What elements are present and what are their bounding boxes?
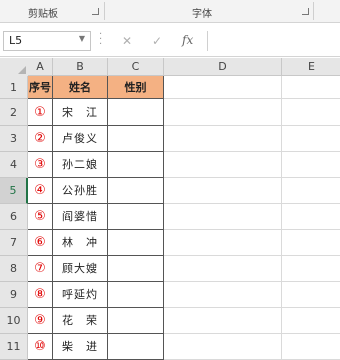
cell[interactable]	[282, 76, 340, 99]
row-header-10[interactable]: 10	[0, 308, 28, 334]
name-cell[interactable]: 孙二娘	[53, 152, 108, 178]
serial-number-cell[interactable]: ⑨	[28, 308, 53, 334]
name-cell[interactable]: 公孙胜	[53, 178, 108, 204]
name-cell[interactable]: 顾大嫂	[53, 256, 108, 282]
cell[interactable]	[282, 230, 340, 256]
table-header-cell[interactable]: 姓名	[53, 76, 108, 99]
cell[interactable]	[282, 282, 340, 308]
table-header-cell[interactable]: 性别	[108, 76, 164, 99]
gender-cell[interactable]	[108, 204, 164, 230]
column-header-e[interactable]: E	[282, 58, 340, 76]
gender-cell[interactable]	[108, 256, 164, 282]
cell[interactable]	[282, 178, 340, 204]
gender-cell[interactable]	[108, 230, 164, 256]
cell[interactable]	[282, 126, 340, 152]
cell[interactable]	[282, 334, 340, 360]
cell[interactable]	[164, 126, 282, 152]
font-group-label: 字体	[192, 9, 212, 20]
name-cell[interactable]: 花 荣	[53, 308, 108, 334]
cell[interactable]	[164, 230, 282, 256]
serial-number-cell[interactable]: ①	[28, 99, 53, 126]
name-cell[interactable]: 卢俊义	[53, 126, 108, 152]
serial-number-cell[interactable]: ④	[28, 178, 53, 204]
cell[interactable]	[164, 334, 282, 360]
formula-bar: L5 ▼ · · · ✕ ✓ fx	[0, 23, 340, 57]
column-header-d[interactable]: D	[164, 58, 282, 76]
row-header-6[interactable]: 6	[0, 204, 28, 230]
cell[interactable]	[282, 308, 340, 334]
serial-number-cell[interactable]: ⑥	[28, 230, 53, 256]
gender-cell[interactable]	[108, 282, 164, 308]
cell[interactable]	[164, 282, 282, 308]
drag-handle-icon[interactable]: · · ·	[99, 30, 103, 50]
cell[interactable]	[282, 204, 340, 230]
name-cell[interactable]: 林 冲	[53, 230, 108, 256]
cell[interactable]	[282, 256, 340, 282]
row-header-5[interactable]: 5	[0, 178, 28, 204]
row-header-11[interactable]: 11	[0, 334, 28, 360]
cell[interactable]	[282, 99, 340, 126]
cell[interactable]	[164, 308, 282, 334]
row-header-9[interactable]: 9	[0, 282, 28, 308]
formula-buttons: ✕ ✓ fx	[108, 31, 203, 51]
serial-number-cell[interactable]: ⑧	[28, 282, 53, 308]
cell[interactable]	[164, 76, 282, 99]
name-cell[interactable]: 呼延灼	[53, 282, 108, 308]
cell[interactable]	[164, 99, 282, 126]
cancel-icon[interactable]: ✕	[122, 34, 132, 48]
gender-cell[interactable]	[108, 308, 164, 334]
name-box-value: L5	[9, 34, 23, 47]
name-cell[interactable]: 柴 进	[53, 334, 108, 360]
row-header-3[interactable]: 3	[0, 126, 28, 152]
table-header-cell[interactable]: 序号	[28, 76, 53, 99]
formula-input[interactable]	[207, 31, 340, 51]
enter-icon[interactable]: ✓	[152, 34, 162, 48]
insert-function-icon[interactable]: fx	[182, 33, 193, 47]
serial-number-cell[interactable]: ⑤	[28, 204, 53, 230]
cell[interactable]	[282, 152, 340, 178]
gender-cell[interactable]	[108, 99, 164, 126]
cell[interactable]	[164, 152, 282, 178]
cell[interactable]	[164, 178, 282, 204]
column-header-b[interactable]: B	[53, 58, 108, 76]
cell[interactable]	[164, 204, 282, 230]
name-cell[interactable]: 宋 江	[53, 99, 108, 126]
chevron-down-icon[interactable]: ▼	[79, 34, 85, 43]
column-header-c[interactable]: C	[108, 58, 164, 76]
serial-number-cell[interactable]: ⑦	[28, 256, 53, 282]
ribbon-separator	[313, 2, 314, 20]
font-dialog-launcher-icon[interactable]	[302, 8, 309, 15]
serial-number-cell[interactable]: ⑩	[28, 334, 53, 360]
row-header-8[interactable]: 8	[0, 256, 28, 282]
row-header-7[interactable]: 7	[0, 230, 28, 256]
row-header-1[interactable]: 1	[0, 76, 28, 99]
column-header-a[interactable]: A	[28, 58, 53, 76]
name-box[interactable]: L5 ▼	[3, 31, 91, 51]
name-cell[interactable]: 阎婆惜	[53, 204, 108, 230]
gender-cell[interactable]	[108, 334, 164, 360]
ribbon: 剪贴板 字体	[0, 0, 340, 23]
cell[interactable]	[164, 256, 282, 282]
serial-number-cell[interactable]: ③	[28, 152, 53, 178]
gender-cell[interactable]	[108, 178, 164, 204]
select-all-corner[interactable]	[0, 58, 29, 77]
clipboard-dialog-launcher-icon[interactable]	[92, 8, 99, 15]
row-header-2[interactable]: 2	[0, 99, 28, 126]
gender-cell[interactable]	[108, 126, 164, 152]
gender-cell[interactable]	[108, 152, 164, 178]
ribbon-separator	[104, 2, 105, 20]
serial-number-cell[interactable]: ②	[28, 126, 53, 152]
clipboard-group-label: 剪贴板	[28, 9, 58, 20]
row-header-4[interactable]: 4	[0, 152, 28, 178]
